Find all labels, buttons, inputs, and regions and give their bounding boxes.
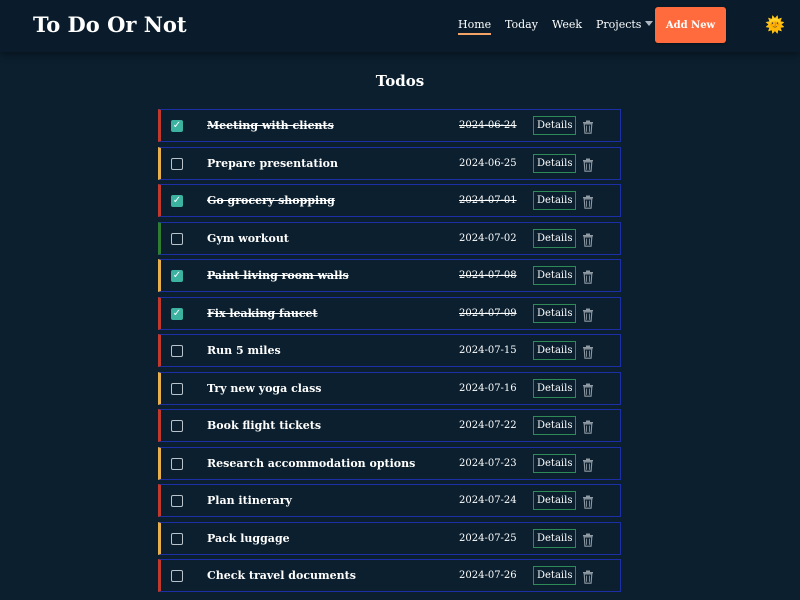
todo-checkbox[interactable] [171,457,183,470]
todo-title: Fix leaking faucet [207,306,318,320]
todo-checkbox[interactable] [171,495,183,507]
todo-item: Book flight tickets 2024-07-22 Details [158,409,621,442]
details-button[interactable]: Details [533,491,577,510]
nav-projects-dropdown[interactable]: Projects [596,18,654,31]
todo-due-date: 2024-07-22 [459,420,517,431]
todo-item: ✓ Fix leaking faucet 2024-07-09 Details [158,296,621,330]
todo-due-date: 2024-06-24 [459,120,517,131]
trash-icon[interactable] [582,569,594,584]
todo-checkbox[interactable]: ✓ [171,120,183,132]
todo-checkbox[interactable] [171,232,183,245]
details-button[interactable]: Details [533,416,577,435]
trash-icon[interactable] [582,494,594,509]
nav-home[interactable]: Home [458,18,492,35]
trash-icon[interactable] [582,532,594,547]
details-button[interactable]: Details [533,116,577,135]
todo-due-date: 2024-07-08 [459,270,517,281]
nav-today[interactable]: Today [505,18,538,31]
todo-item: ✓ Meeting with clients 2024-06-24 Details [158,109,621,142]
todo-due-date: 2024-07-16 [459,382,517,394]
nav-week[interactable]: Week [552,18,582,31]
trash-icon[interactable] [582,419,594,434]
todo-item: Plan itinerary 2024-07-24 Details [158,484,621,517]
todo-checkbox[interactable]: ✓ [171,195,183,207]
details-button[interactable]: Details [533,378,577,398]
todo-due-date: 2024-07-15 [459,345,517,356]
todo-checkbox[interactable] [171,420,183,432]
trash-icon[interactable] [582,344,594,359]
trash-icon[interactable] [582,307,594,322]
todo-title: Book flight tickets [207,419,322,432]
trash-icon[interactable] [582,157,594,172]
todo-due-date: 2024-07-09 [459,307,517,319]
todo-item: Check travel documents 2024-07-26 Details [158,559,621,592]
todo-item: Pack luggage 2024-07-25 Details [158,521,621,555]
todo-due-date: 2024-07-01 [459,195,517,206]
todo-title: Run 5 miles [207,344,281,357]
todo-title: Gym workout [207,231,289,245]
todo-checkbox[interactable] [171,157,183,170]
todo-item: Gym workout 2024-07-02 Details [158,221,621,255]
app-brand[interactable]: To Do Or Not [33,12,187,37]
details-button[interactable]: Details [533,153,577,173]
todo-title: Meeting with clients [207,119,334,132]
sun-icon[interactable]: 🌞 [765,15,785,35]
add-new-button[interactable]: Add New [655,7,726,43]
todo-title: Go grocery shopping [207,194,335,207]
todo-checkbox[interactable] [171,532,183,545]
todo-item: Try new yoga class 2024-07-16 Details [158,371,621,405]
todo-title: Prepare presentation [207,156,338,170]
trash-icon[interactable] [582,194,594,209]
todo-title: Check travel documents [207,569,356,582]
todo-due-date: 2024-07-25 [459,532,517,544]
todo-item: Run 5 miles 2024-07-15 Details [158,334,621,367]
todo-due-date: 2024-07-24 [459,495,517,506]
trash-icon[interactable] [582,457,594,472]
todo-checkbox[interactable] [171,345,183,357]
page-title: Todos [375,72,425,90]
todo-title: Try new yoga class [207,381,322,395]
details-button[interactable]: Details [533,341,577,360]
todo-title: Paint living room walls [207,269,349,282]
todo-item: ✓ Paint living room walls 2024-07-08 Detail… [158,259,621,292]
todo-item: Research accommodation options 2024-07-23… [158,446,621,480]
chevron-down-icon [645,20,654,26]
todo-list: ✓ Meeting with clients 2024-06-24 Details Pr… [158,109,621,597]
details-button[interactable]: Details [533,228,577,248]
todo-checkbox[interactable]: ✓ [171,270,183,282]
todo-title: Research accommodation options [207,456,416,470]
todo-checkbox[interactable]: ✓ [171,307,183,320]
trash-icon[interactable] [582,232,594,247]
details-button[interactable]: Details [533,303,577,323]
top-navbar: To Do Or Not Home Today Week Projects Ad… [0,0,800,52]
todo-title: Plan itinerary [207,494,292,507]
details-button[interactable]: Details [533,191,577,210]
nav-projects-label: Projects [596,18,642,31]
trash-icon[interactable] [582,382,594,397]
trash-icon[interactable] [582,119,594,134]
todo-due-date: 2024-06-25 [459,157,517,169]
todo-checkbox[interactable] [171,382,183,395]
details-button[interactable]: Details [533,453,577,473]
todo-title: Pack luggage [207,531,290,545]
todo-item: ✓ Go grocery shopping 2024-07-01 Details [158,184,621,217]
details-button[interactable]: Details [533,266,577,285]
todo-due-date: 2024-07-02 [459,232,517,244]
todo-due-date: 2024-07-26 [459,570,517,581]
trash-icon[interactable] [582,269,594,284]
todo-item: Prepare presentation 2024-06-25 Details [158,146,621,180]
details-button[interactable]: Details [533,528,577,548]
details-button[interactable]: Details [533,566,577,585]
todo-checkbox[interactable] [171,570,183,582]
todo-due-date: 2024-07-23 [459,457,517,469]
